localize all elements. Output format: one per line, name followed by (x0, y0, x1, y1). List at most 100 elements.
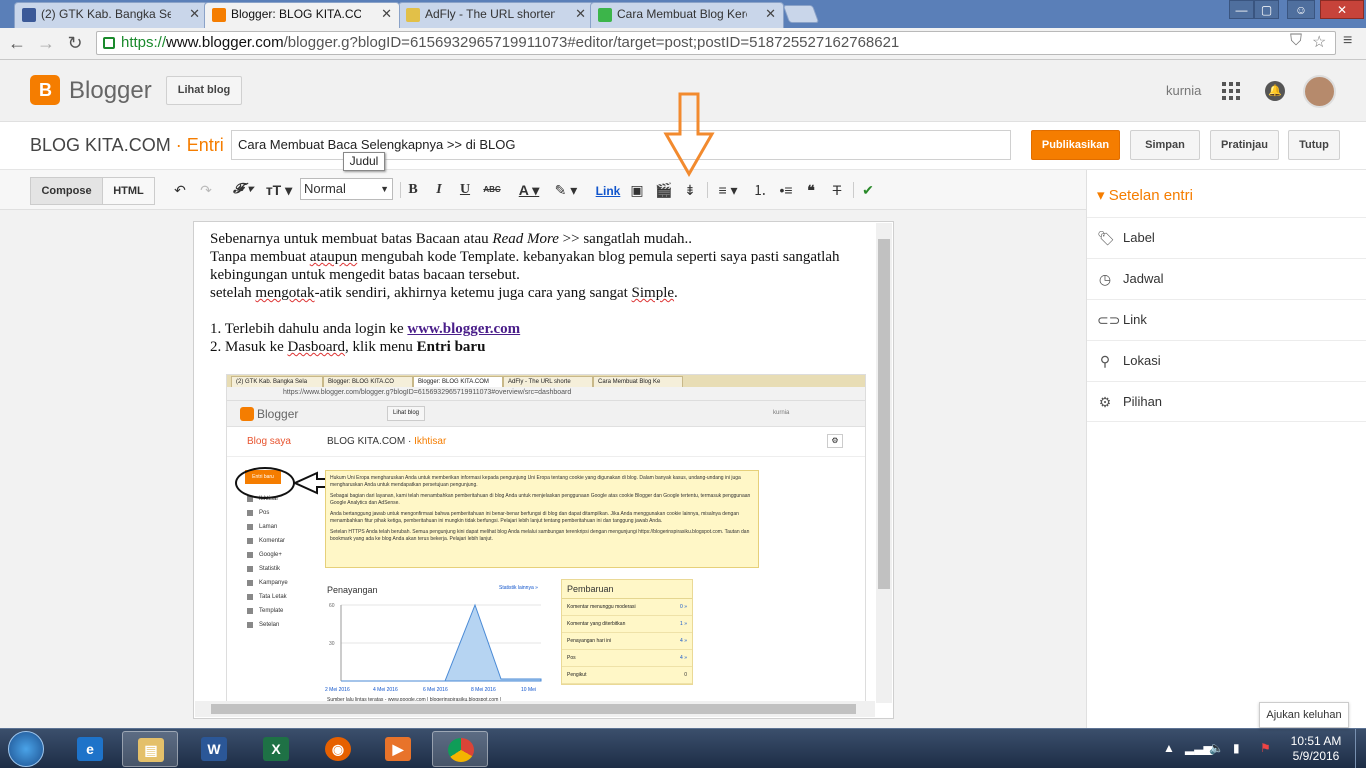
paragraph: Tanpa membuat ataupun mengubah kode Temp… (210, 249, 840, 283)
settings-item-location[interactable]: ⚲ Lokasi (1087, 340, 1366, 381)
format-select[interactable]: Normal (300, 178, 393, 200)
taskbar-excel[interactable]: X (248, 731, 304, 767)
insert-video-icon[interactable]: 🎬 (654, 180, 674, 200)
new-tab-button[interactable] (782, 5, 820, 23)
post-body-editor[interactable]: Sebenarnya untuk membuat batas Bacaan at… (193, 221, 894, 719)
post-body-content[interactable]: Sebenarnya untuk membuat batas Bacaan at… (210, 230, 870, 356)
bullet-list-icon[interactable]: •≡ (776, 180, 796, 200)
maximize-window-button[interactable]: ▢ (1254, 0, 1279, 19)
close-tab-icon[interactable]: ✕ (381, 6, 392, 22)
taskbar-word[interactable]: W (186, 731, 242, 767)
secure-lock-icon (103, 37, 115, 49)
settings-item-schedule[interactable]: ◷ Jadwal (1087, 258, 1366, 299)
taskbar-clock[interactable]: 10:51 AM 5/9/2016 (1286, 734, 1346, 764)
font-family-icon[interactable]: 𝓕 ▾ (228, 180, 258, 200)
close-tab-icon[interactable]: ✕ (189, 6, 200, 22)
taskbar-file-explorer[interactable]: ▤ (122, 731, 178, 767)
show-hidden-icons[interactable]: ▲ (1163, 741, 1175, 755)
taskbar-media-player[interactable]: ▶ (370, 731, 426, 767)
taskbar-internet-explorer[interactable]: e (62, 731, 118, 767)
close-tab-icon[interactable]: ✕ (765, 6, 776, 22)
settings-item-options[interactable]: ⚙ Pilihan (1087, 381, 1366, 422)
start-button[interactable] (8, 731, 44, 767)
embedded-screenshot[interactable]: (2) GTK Kab. Bangka Sela Blogger: BLOG K… (226, 374, 866, 704)
avatar[interactable] (1303, 75, 1336, 108)
align-icon[interactable]: ≡ ▾ (713, 180, 743, 200)
address-bar[interactable]: https://www.blogger.com/blogger.g?blogID… (96, 31, 1336, 55)
bold-icon[interactable]: B (405, 180, 421, 200)
view-blog-button[interactable]: Lihat blog (166, 76, 242, 105)
battery-icon[interactable]: ▮ (1233, 741, 1240, 755)
italic-icon[interactable]: I (431, 180, 447, 200)
section-name: Entri (186, 135, 224, 155)
minimize-window-button[interactable]: — (1229, 0, 1254, 19)
numbered-list-icon[interactable]: ⒈ (750, 180, 770, 200)
editor-horizontal-scrollbar[interactable] (195, 701, 875, 717)
preview-button[interactable]: Pratinjau (1210, 130, 1279, 160)
settings-item-link[interactable]: ⊂⊃ Link (1087, 299, 1366, 340)
publish-button[interactable]: Publikasikan (1031, 130, 1120, 160)
html-mode-button[interactable]: HTML (102, 177, 155, 205)
svg-text:30: 30 (329, 641, 335, 647)
editor-area: Sebenarnya untuk membuat batas Bacaan at… (0, 210, 1086, 728)
browser-tab-active[interactable]: Blogger: BLOG KITA.COM ✕ (204, 2, 400, 28)
redo-icon[interactable]: ↷ (198, 180, 214, 200)
compose-mode-button[interactable]: Compose (30, 177, 103, 205)
action-center-flag-icon[interactable]: ⚑ (1260, 741, 1271, 755)
clear-formatting-icon[interactable]: T (827, 180, 847, 200)
screenshot-blogger-logo-icon (240, 407, 254, 421)
browser-tab[interactable]: Cara Membuat Blog Keren ✕ (590, 2, 784, 28)
close-button[interactable]: Tutup (1288, 130, 1340, 160)
forward-arrow-icon[interactable]: → (35, 32, 57, 54)
blogger-link[interactable]: www.blogger.com (407, 321, 520, 337)
insert-jump-break-icon[interactable]: ⇟ (680, 180, 700, 200)
insert-image-icon[interactable]: ▣ (627, 180, 647, 200)
browser-tab-strip: (2) GTK Kab. Bangka Selat ✕ Blogger: BLO… (0, 0, 1366, 28)
editor-toolbar: Compose HTML ↶ ↷ 𝓕 ▾ тT ▾ Normal B I U A… (0, 170, 1086, 210)
post-settings-title[interactable]: ▾ Setelan entri (1097, 186, 1193, 204)
chrome-user-icon[interactable]: ☺ (1287, 0, 1315, 19)
save-button[interactable]: Simpan (1130, 130, 1200, 160)
volume-icon[interactable]: 🔈 (1209, 741, 1224, 755)
settings-item-label[interactable]: 🏷 Label (1087, 217, 1366, 258)
quote-icon[interactable]: ❝ (801, 180, 821, 200)
folder-icon: ▤ (138, 738, 164, 762)
user-name[interactable]: kurnia (1166, 83, 1201, 98)
scrollbar-thumb[interactable] (878, 239, 890, 589)
bookmark-star-icon[interactable]: ☆ (1312, 32, 1326, 52)
taskbar-firefox[interactable]: ◉ (310, 731, 366, 767)
location-pin-icon: ⚲ (1099, 353, 1111, 369)
screenshot-header: Blogger Lihat blog kurnia (227, 401, 865, 427)
browser-toolbar: ← → ↻ https://www.blogger.com/blogger.g?… (0, 28, 1366, 60)
taskbar-chrome[interactable] (432, 731, 488, 767)
font-size-icon[interactable]: тT ▾ (264, 180, 294, 200)
editor-vertical-scrollbar[interactable] (876, 223, 892, 703)
shield-icon[interactable]: ⛉ (1290, 32, 1302, 50)
blogger-logo-icon[interactable]: B (30, 75, 60, 105)
svg-text:8 Mei 2016: 8 Mei 2016 (471, 687, 496, 693)
notification-bell-icon[interactable]: 🔔 (1265, 81, 1285, 101)
text-color-icon[interactable]: A ▾ (514, 180, 544, 200)
insert-link-button[interactable]: Link (593, 180, 623, 200)
apps-grid-icon[interactable] (1222, 82, 1240, 100)
underline-icon[interactable]: U (457, 180, 473, 200)
scrollbar-thumb[interactable] (211, 704, 856, 714)
blogger-brand[interactable]: Blogger (69, 77, 152, 105)
highlight-color-icon[interactable]: ✎ ▾ (551, 180, 581, 200)
show-desktop-button[interactable] (1355, 729, 1366, 768)
close-tab-icon[interactable]: ✕ (575, 6, 586, 22)
breadcrumb-separator: · (175, 135, 182, 155)
close-window-button[interactable]: ✕ (1320, 0, 1364, 19)
menu-icon[interactable]: ≡ (1343, 32, 1352, 50)
strikethrough-icon[interactable]: ABC (482, 180, 502, 200)
reload-icon[interactable]: ↻ (64, 32, 86, 54)
browser-tab[interactable]: (2) GTK Kab. Bangka Selat ✕ (14, 2, 208, 28)
blog-name[interactable]: BLOG KITA.COM (30, 135, 171, 155)
feedback-button[interactable]: Ajukan keluhan (1259, 702, 1349, 728)
back-arrow-icon[interactable]: ← (6, 32, 28, 54)
facebook-favicon-icon (22, 8, 36, 22)
spellcheck-icon[interactable]: ✔ (858, 180, 878, 200)
undo-icon[interactable]: ↶ (172, 180, 188, 200)
browser-tab[interactable]: AdFly - The URL shortene ✕ (398, 2, 594, 28)
